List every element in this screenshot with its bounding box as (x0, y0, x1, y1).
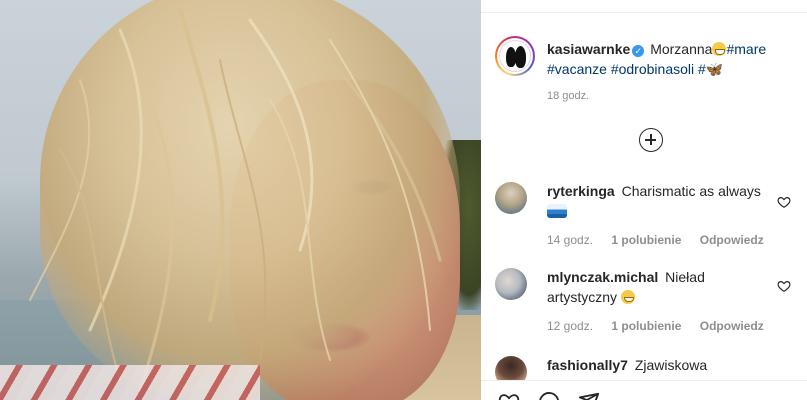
verified-badge-icon: ✓ (632, 45, 645, 57)
comment-text: mlynczak.michal Nieład artystyczny (547, 267, 761, 307)
comment-meta: 14 godz. 1 polubienie Odpowiedz (547, 233, 779, 247)
wave-emoji-icon (547, 204, 567, 218)
photo-shirt (0, 365, 260, 400)
hashtag-mare[interactable]: #mare (726, 41, 766, 57)
reply-button[interactable]: Odpowiedz (700, 233, 764, 247)
comment-likes[interactable]: 1 polubienie (611, 319, 681, 333)
comment-text: ryterkinga Charismatic as always (547, 181, 761, 221)
caption-text: kasiawarnke ✓ Morzanna #mare #vacanze #odr… (547, 39, 797, 79)
grin-emoji-icon (712, 42, 727, 56)
butterfly-emoji-icon: 🦋 (705, 61, 724, 77)
heart-icon[interactable] (777, 195, 791, 209)
caption-timestamp[interactable]: 18 godz. (547, 90, 589, 102)
smile-emoji-icon (620, 290, 635, 304)
comment-username[interactable]: fashionally7 (547, 357, 628, 373)
plus-circle-icon[interactable] (639, 128, 663, 152)
hashtag-vacanze[interactable]: #vacanze (547, 61, 607, 77)
author-username[interactable]: kasiawarnke (547, 41, 630, 57)
heart-icon[interactable] (497, 391, 521, 400)
comment-likes[interactable]: 1 polubienie (611, 233, 681, 247)
comment-time[interactable]: 12 godz. (547, 319, 593, 333)
comment-body: Charismatic as always (621, 183, 761, 199)
commenter-avatar[interactable] (495, 182, 527, 214)
commenter-avatar[interactable] (495, 268, 527, 300)
hashtag-butterfly[interactable]: #🦋 (698, 61, 723, 77)
author-avatar[interactable] (495, 36, 535, 76)
post-photo[interactable] (0, 0, 481, 400)
comment-body: Zjawiskowa (634, 357, 708, 373)
share-icon[interactable] (577, 391, 601, 400)
comment-time[interactable]: 14 godz. (547, 233, 593, 247)
comment-username[interactable]: ryterkinga (547, 183, 615, 199)
reply-button[interactable]: Odpowiedz (700, 319, 764, 333)
comment-icon[interactable] (537, 391, 561, 400)
divider (481, 12, 807, 13)
post-actions-bar (481, 380, 807, 400)
photo-hair-strands (29, 8, 442, 392)
comment-meta: 12 godz. 1 polubienie Odpowiedz (547, 319, 779, 333)
comment-text: fashionally7 Zjawiskowa (547, 355, 761, 375)
heart-icon[interactable] (777, 279, 791, 293)
hashtag-odrobinasoli[interactable]: #odrobinasoli (611, 61, 694, 77)
comment-username[interactable]: mlynczak.michal (547, 269, 658, 285)
caption-body: Morzanna (650, 41, 713, 57)
post-sidebar: kasiawarnke ✓ Morzanna #mare #vacanze #odr… (481, 0, 807, 400)
